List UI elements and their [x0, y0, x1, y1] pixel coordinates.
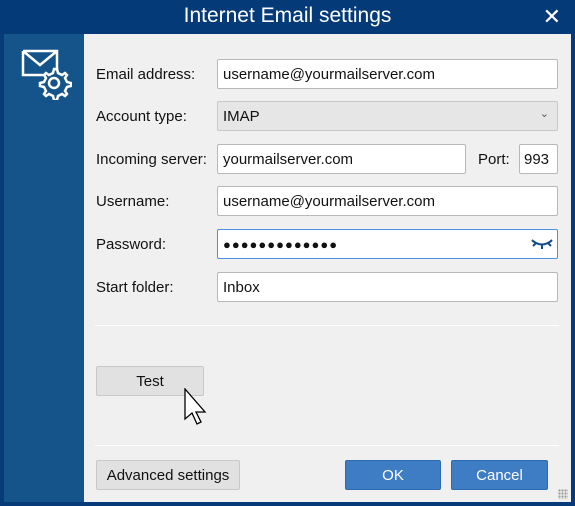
- start-folder-label: Start folder:: [96, 279, 174, 296]
- password-label: Password:: [96, 236, 167, 253]
- ok-button[interactable]: OK: [345, 460, 441, 490]
- divider: [95, 325, 559, 326]
- username-label: Username:: [96, 193, 170, 210]
- account-type-select[interactable]: IMAP ⌄: [217, 101, 558, 131]
- email-input[interactable]: username@yourmailserver.com: [217, 59, 558, 89]
- chevron-down-icon: ⌄: [539, 108, 549, 120]
- password-input[interactable]: ●●●●●●●●●●●●●: [217, 229, 558, 259]
- account-type-value: IMAP: [223, 108, 260, 125]
- settings-form: Email address: username@yourmailserver.c…: [84, 34, 571, 502]
- sidebar: [4, 34, 84, 502]
- mouse-cursor-icon: [184, 388, 207, 425]
- advanced-settings-button[interactable]: Advanced settings: [96, 460, 240, 490]
- mail-settings-icon: [21, 49, 72, 100]
- port-input[interactable]: 993: [519, 144, 558, 174]
- username-input[interactable]: username@yourmailserver.com: [217, 186, 558, 216]
- resize-grip-icon[interactable]: [558, 489, 568, 499]
- title-bar: Internet Email settings ✕: [0, 0, 575, 34]
- window-title: Internet Email settings: [183, 4, 392, 27]
- password-value: ●●●●●●●●●●●●●: [223, 237, 339, 252]
- port-label: Port:: [478, 151, 510, 168]
- cancel-button[interactable]: Cancel: [451, 460, 548, 490]
- close-icon[interactable]: ✕: [543, 4, 561, 30]
- divider: [95, 445, 559, 446]
- account-type-label: Account type:: [96, 108, 187, 125]
- email-label: Email address:: [96, 66, 196, 83]
- show-password-icon[interactable]: [531, 238, 553, 250]
- incoming-server-input[interactable]: yourmailserver.com: [217, 144, 466, 174]
- incoming-server-label: Incoming server:: [96, 151, 207, 168]
- start-folder-input[interactable]: Inbox: [217, 272, 558, 302]
